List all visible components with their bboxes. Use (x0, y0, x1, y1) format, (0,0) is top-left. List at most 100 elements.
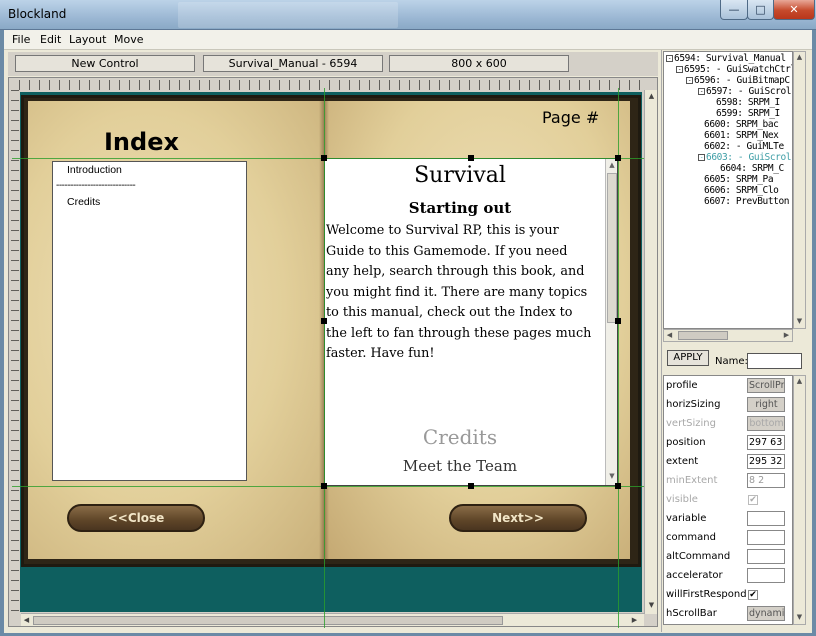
prop-field-altcommand[interactable] (747, 549, 785, 564)
body-line: faster. Have fun! (326, 346, 435, 361)
guide-line-vertical (618, 88, 619, 628)
prop-label-accelerator: accelerator (666, 570, 723, 581)
tree-row-label: 6594: Survival_Manual - (674, 53, 793, 64)
title-bar: Blockland — □ ✕ (0, 0, 816, 30)
scroll-right-icon[interactable]: ▶ (629, 615, 640, 626)
prop-label-command: command (666, 532, 716, 543)
collapse-icon[interactable]: - (698, 88, 705, 95)
prop-field-position[interactable]: 297 63 (747, 435, 785, 450)
tree-row[interactable]: 6599: SRPM_I (716, 108, 780, 119)
menu-file[interactable]: File (12, 33, 30, 46)
manual-content-scroll[interactable]: Survival Starting out Welcome to Surviva… (324, 158, 618, 486)
index-item-credits[interactable]: Credits (67, 196, 100, 208)
apply-button[interactable]: APPLY (667, 350, 709, 366)
canvas-horizontal-scrollbar[interactable]: ◀ ▶ (21, 613, 644, 626)
prop-field-extent[interactable]: 295 32 (747, 454, 785, 469)
tree-row[interactable]: 6606: SRPM_Clo (704, 185, 779, 196)
body-line: Guide to this Gamemode. If you need (326, 243, 568, 259)
tree-row-label: 6607: PrevButton (704, 196, 790, 207)
prop-field-minextent[interactable]: 8 2 (747, 473, 785, 488)
scroll-up-icon[interactable]: ▲ (646, 91, 657, 102)
window-title: Blockland (8, 7, 67, 21)
close-window-button[interactable]: ✕ (773, 0, 815, 20)
next-page-button[interactable]: Next>> (449, 504, 587, 532)
prop-label-profile: profile (666, 380, 698, 391)
tree-row[interactable]: 6607: PrevButton (704, 196, 790, 207)
gui-tree[interactable]: -6594: Survival_Manual - -6595: - GuiSwa… (663, 51, 793, 329)
menu-layout[interactable]: Layout (69, 33, 106, 46)
content-body: Welcome to Survival RP, this is your Gui… (326, 221, 598, 365)
tree-row[interactable]: 6600: SRPM_bac (704, 119, 779, 130)
prop-checkbox-willfirstrespond[interactable]: ✔ (748, 590, 758, 600)
resize-handle[interactable] (615, 318, 621, 324)
scroll-left-icon[interactable]: ◀ (664, 330, 675, 341)
close-book-button[interactable]: <<Close (67, 504, 205, 532)
name-input[interactable] (747, 353, 802, 369)
index-item-introduction[interactable]: Introduction (67, 164, 122, 176)
scroll-left-icon[interactable]: ◀ (21, 615, 32, 626)
collapse-icon[interactable]: - (686, 77, 693, 84)
scroll-down-icon[interactable]: ▼ (794, 612, 805, 623)
tree-row[interactable]: 6604: SRPM_C (720, 163, 784, 174)
resize-handle[interactable] (321, 155, 327, 161)
scroll-thumb[interactable] (33, 616, 503, 625)
scroll-thumb[interactable] (678, 331, 728, 340)
tree-vertical-scrollbar[interactable]: ▲ ▼ (793, 51, 806, 329)
tree-row[interactable]: 6598: SRPM_I (716, 97, 780, 108)
prop-label-willfirstrespond: willFirstRespond (666, 589, 747, 600)
properties-scrollbar[interactable]: ▲ ▼ (793, 375, 806, 625)
content-scroll-thumb[interactable] (607, 173, 617, 323)
tree-row-label: 6596: - GuiBitmapC (694, 75, 790, 86)
prop-field-variable[interactable] (747, 511, 785, 526)
scroll-down-icon[interactable]: ▼ (794, 316, 805, 327)
canvas-vertical-scrollbar[interactable]: ▲ ▼ (644, 90, 657, 614)
credits-subheading: Meet the Team (402, 457, 518, 475)
tree-row[interactable]: -6596: - GuiBitmapC (686, 75, 790, 86)
resize-handle[interactable] (615, 483, 621, 489)
prop-button-vertsizing[interactable]: bottom (747, 416, 785, 431)
tree-row-label: 6600: SRPM_bac (704, 119, 779, 130)
body-line: to this manual, check out the Index to (326, 305, 573, 320)
prop-checkbox-visible[interactable]: ✔ (748, 495, 758, 505)
scroll-up-icon[interactable]: ▲ (794, 52, 805, 63)
collapse-icon[interactable]: - (676, 66, 683, 73)
menu-edit[interactable]: Edit (40, 33, 61, 46)
top-ruler (19, 80, 641, 90)
prop-button-profile[interactable]: ScrollPro (747, 378, 785, 393)
resize-handle[interactable] (468, 155, 474, 161)
resize-handle[interactable] (615, 155, 621, 161)
tree-row-label: 6602: - GuiMLTe (704, 141, 784, 152)
tree-row-label: 6601: SRPM_Nex (704, 130, 779, 141)
menu-move[interactable]: Move (114, 33, 144, 46)
minimize-button[interactable]: — (720, 0, 748, 20)
gui-selector[interactable]: Survival_Manual - 6594 (203, 55, 383, 72)
credits-heading: Credits (422, 425, 498, 449)
scroll-right-icon[interactable]: ▶ (781, 330, 792, 341)
tree-row[interactable]: -6594: Survival_Manual - (666, 53, 793, 64)
tree-row[interactable]: 6602: - GuiMLTe (704, 141, 784, 152)
tree-row[interactable]: -6597: - GuiScrol (698, 86, 792, 97)
tree-horizontal-scrollbar[interactable]: ◀ ▶ (663, 329, 793, 342)
tree-row[interactable]: 6605: SRPM_Pa (704, 174, 774, 185)
new-control-button[interactable]: New Control (15, 55, 195, 72)
scroll-up-icon[interactable]: ▲ (794, 376, 805, 387)
tree-row[interactable]: -6595: - GuiSwatchCtrl (676, 64, 792, 75)
tree-row-selected[interactable]: -6603: - GuiScrol (698, 152, 792, 163)
prop-field-command[interactable] (747, 530, 785, 545)
prop-field-accelerator[interactable] (747, 568, 785, 583)
resolution-selector[interactable]: 800 x 600 (389, 55, 569, 72)
tree-row[interactable]: 6601: SRPM_Nex (704, 130, 779, 141)
scroll-down-icon[interactable]: ▼ (607, 471, 617, 482)
resize-handle[interactable] (321, 483, 327, 489)
collapse-icon[interactable]: - (666, 55, 673, 62)
resize-handle[interactable] (321, 318, 327, 324)
index-list[interactable]: Introduction ---------------------------… (52, 161, 247, 481)
resize-handle[interactable] (468, 483, 474, 489)
scroll-up-icon[interactable]: ▲ (607, 160, 617, 171)
prop-button-hscrollbar[interactable]: dynamic (747, 606, 785, 621)
scroll-down-icon[interactable]: ▼ (646, 600, 657, 611)
collapse-icon[interactable]: - (698, 154, 705, 161)
maximize-button[interactable]: □ (747, 0, 774, 20)
body-line: Welcome to Survival RP, this is your (326, 223, 559, 238)
prop-button-horizsizing[interactable]: right (747, 397, 785, 412)
